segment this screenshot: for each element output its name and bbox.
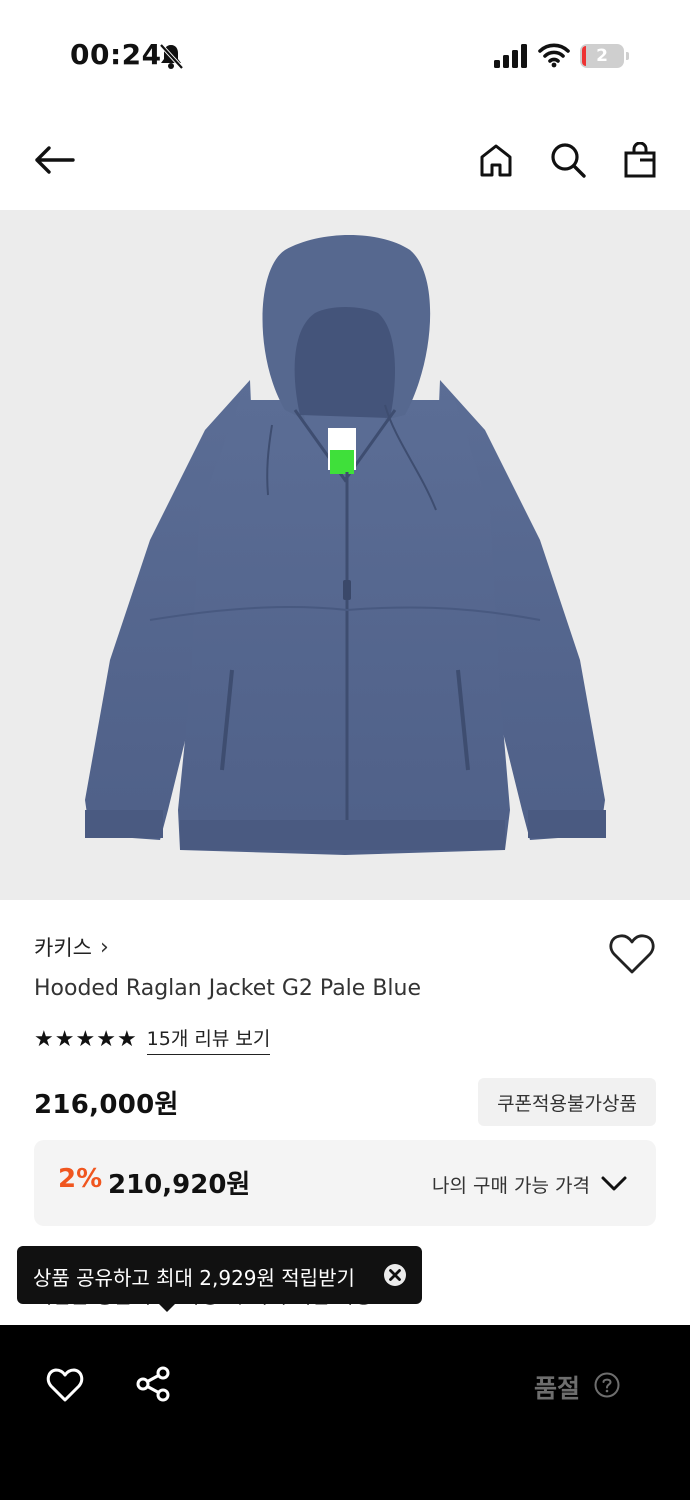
home-button[interactable]	[474, 138, 518, 182]
toast-text: 상품 공유하고 최대 2,929원 적립받기	[33, 1266, 355, 1290]
product-title: Hooded Raglan Jacket G2 Pale Blue	[34, 976, 421, 1001]
battery-level: 2	[596, 46, 608, 66]
help-icon[interactable]	[594, 1372, 620, 1398]
jacket-image	[85, 235, 606, 855]
review-link[interactable]: 15개 리뷰 보기	[146, 1024, 271, 1055]
my-price-label: 나의 구매 가능 가격	[432, 1175, 590, 1197]
rating-row: ★ ★ ★ ★ ★ 15개 리뷰 보기	[34, 1024, 271, 1055]
chevron-down-icon	[601, 1176, 627, 1191]
toast-pointer	[157, 1302, 177, 1312]
my-price-panel[interactable]: 2% 210,920원 나의 구매 가능 가격	[34, 1140, 656, 1226]
battery-icon: 2	[580, 44, 630, 68]
chevron-right-icon: ›	[99, 934, 109, 960]
product-detail-page: 00:24 2 카키스 › Hooded Raglan Jacket G2 Pa…	[0, 0, 690, 1500]
shopping-bag-icon	[624, 142, 656, 178]
share-icon[interactable]	[134, 1365, 172, 1403]
product-price: 216,000원	[34, 1090, 179, 1120]
back-button[interactable]	[32, 138, 76, 182]
search-icon	[551, 143, 586, 178]
discount-price: 210,920원	[108, 1170, 251, 1200]
star-icon: ★	[116, 1026, 137, 1052]
star-rating: ★ ★ ★ ★ ★	[34, 1027, 137, 1053]
bell-slash-icon	[159, 43, 184, 70]
cart-button[interactable]	[618, 138, 662, 182]
bottom-action-bar: 품절	[0, 1325, 690, 1500]
home-icon	[480, 144, 512, 177]
close-icon[interactable]	[383, 1263, 407, 1287]
wifi-icon	[538, 43, 570, 68]
star-icon: ★	[34, 1026, 54, 1052]
signal-icon	[494, 44, 527, 68]
status-time: 00:24	[70, 38, 162, 71]
search-button[interactable]	[546, 138, 590, 182]
top-nav-bar	[0, 110, 690, 210]
brand-name: 카키스	[34, 936, 92, 960]
star-icon: ★	[54, 1026, 75, 1052]
heart-icon[interactable]	[608, 932, 656, 976]
share-reward-toast[interactable]: 상품 공유하고 최대 2,929원 적립받기	[17, 1246, 422, 1312]
star-icon: ★	[96, 1026, 116, 1052]
status-bar: 00:24 2	[0, 0, 690, 110]
star-icon: ★	[75, 1026, 96, 1052]
soldout-label: 품절	[534, 1374, 581, 1403]
arrow-left-icon	[35, 146, 75, 174]
coupon-badge: 쿠폰적용불가상품	[478, 1078, 656, 1126]
heart-icon[interactable]	[46, 1367, 84, 1403]
product-image[interactable]	[0, 210, 690, 900]
brand-link[interactable]: 카키스 ›	[34, 932, 109, 962]
discount-rate: 2%	[58, 1164, 103, 1194]
